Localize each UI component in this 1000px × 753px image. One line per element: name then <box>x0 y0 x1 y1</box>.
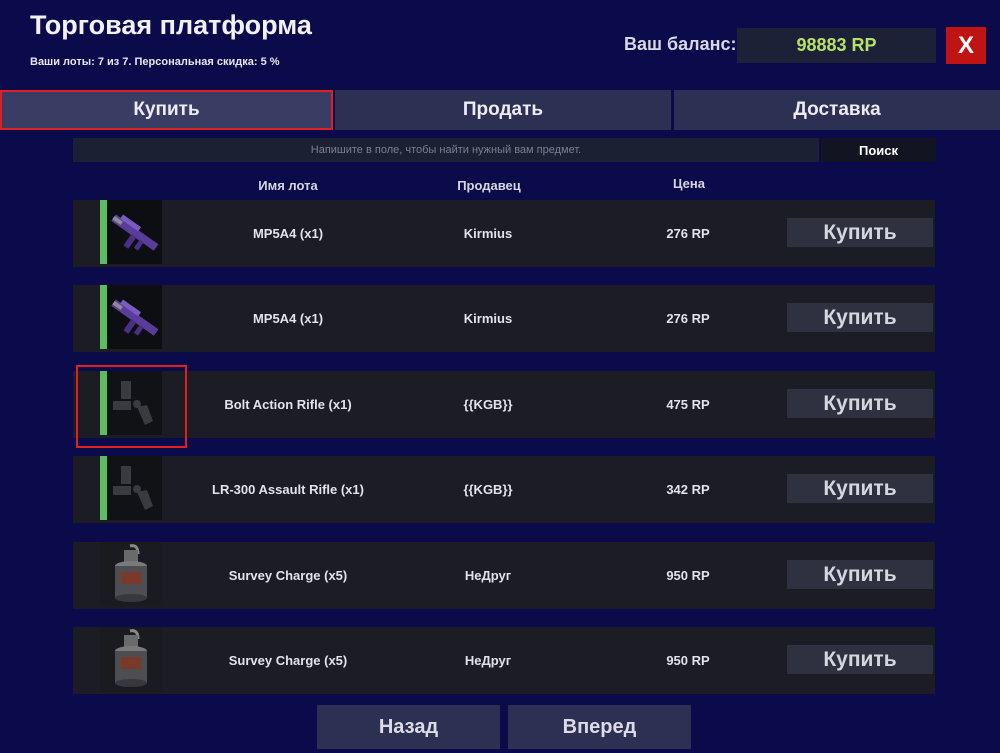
buy-button[interactable]: Купить <box>787 218 933 247</box>
balance-value: 98883 RP <box>737 28 936 63</box>
lot-seller: {{KGB}} <box>463 397 513 412</box>
lot-name: Survey Charge (x5) <box>228 653 348 668</box>
lot-seller: Kirmius <box>463 226 513 241</box>
table-row: LR-300 Assault Rifle (x1) {{KGB}} 342 RP… <box>73 456 935 523</box>
tab-delivery[interactable]: Доставка <box>674 90 1000 130</box>
selection-highlight <box>76 365 187 448</box>
table-row: Survey Charge (x5) НеДруг 950 RP Купить <box>73 627 935 694</box>
lot-name: LR-300 Assault Rifle (x1) <box>212 482 364 497</box>
survey-charge-icon <box>100 542 162 606</box>
lots-info: Ваши лоты: 7 из 7. Персональная скидка: … <box>30 56 280 68</box>
search-input[interactable]: Напишите в поле, чтобы найти нужный вам … <box>73 138 819 162</box>
lot-seller: НеДруг <box>464 568 512 583</box>
column-header-price: Цена <box>673 176 705 191</box>
back-button[interactable]: Назад <box>317 705 500 749</box>
status-marker <box>100 285 107 349</box>
smg-icon <box>107 285 162 349</box>
smg-icon <box>107 200 162 264</box>
column-header-name: Имя лота <box>258 178 318 193</box>
buy-button[interactable]: Купить <box>787 645 933 674</box>
lot-price: 276 RP <box>666 311 710 326</box>
lot-name: MP5A4 (x1) <box>252 311 324 326</box>
rust-logo-icon <box>107 456 162 520</box>
survey-charge-icon <box>100 627 162 691</box>
column-header-seller: Продавец <box>457 178 521 193</box>
tab-buy[interactable]: Купить <box>0 90 333 130</box>
search-button[interactable]: Поиск <box>821 138 936 162</box>
lot-price: 276 RP <box>666 226 710 241</box>
table-row: Survey Charge (x5) НеДруг 950 RP Купить <box>73 542 935 609</box>
lot-seller: НеДруг <box>464 653 512 668</box>
lot-name: Survey Charge (x5) <box>228 568 348 583</box>
lot-seller: Kirmius <box>463 311 513 326</box>
table-row: Bolt Action Rifle (x1) {{KGB}} 475 RP Ку… <box>73 371 935 438</box>
close-button[interactable]: X <box>946 27 986 64</box>
buy-button[interactable]: Купить <box>787 474 933 503</box>
status-marker <box>100 200 107 264</box>
lot-price: 342 RP <box>666 482 710 497</box>
balance-label: Ваш баланс: <box>624 34 737 54</box>
lot-price: 475 RP <box>666 397 710 412</box>
lot-price: 950 RP <box>666 568 710 583</box>
buy-button[interactable]: Купить <box>787 303 933 332</box>
buy-button[interactable]: Купить <box>787 389 933 418</box>
status-marker <box>100 456 107 520</box>
table-row: MP5A4 (x1) Kirmius 276 RP Купить <box>73 200 935 267</box>
lot-price: 950 RP <box>666 653 710 668</box>
forward-button[interactable]: Вперед <box>508 705 691 749</box>
tab-sell[interactable]: Продать <box>335 90 671 130</box>
page-title: Торговая платформа <box>30 10 312 40</box>
buy-button[interactable]: Купить <box>787 560 933 589</box>
lot-seller: {{KGB}} <box>463 482 513 497</box>
lot-name: Bolt Action Rifle (x1) <box>224 397 352 412</box>
table-row: MP5A4 (x1) Kirmius 276 RP Купить <box>73 285 935 352</box>
lot-name: MP5A4 (x1) <box>252 226 324 241</box>
